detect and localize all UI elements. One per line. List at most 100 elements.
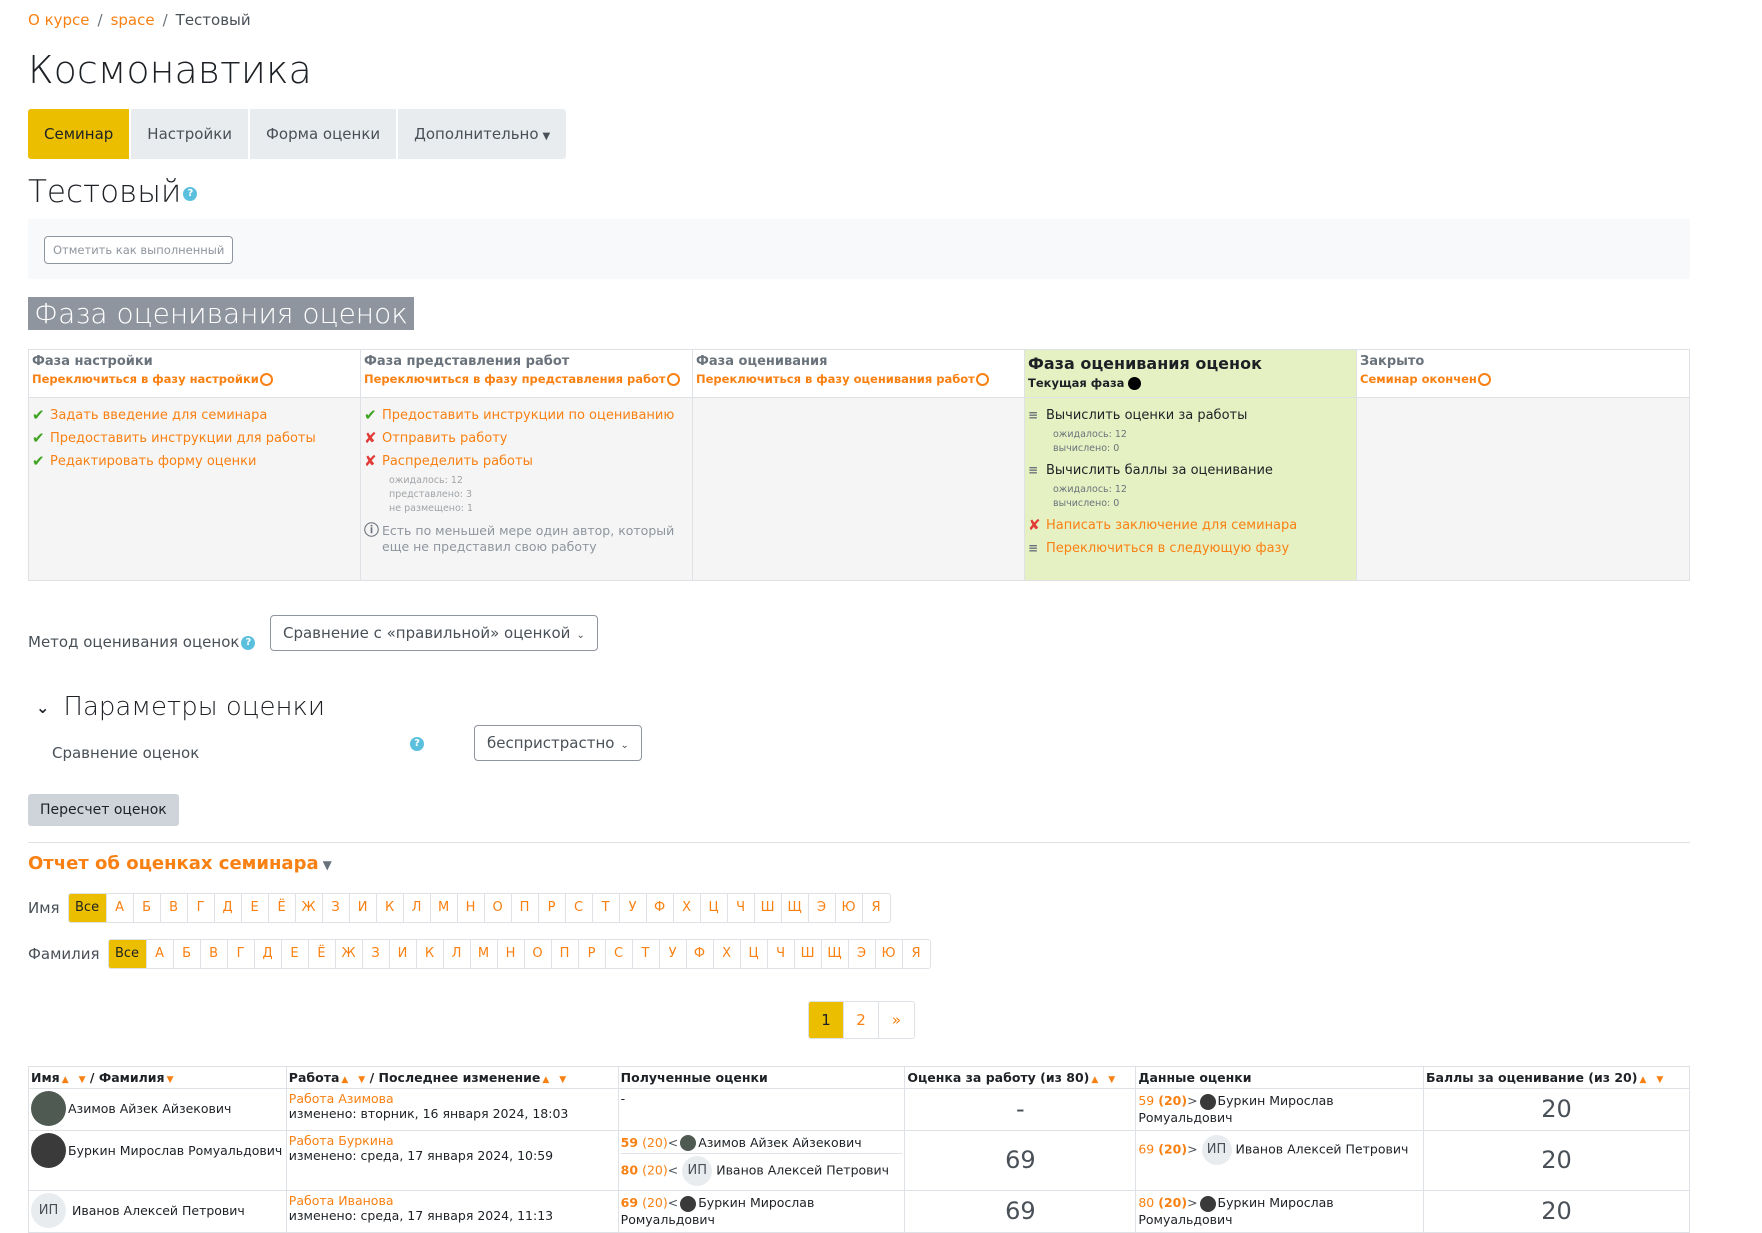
initial-letter[interactable]: И — [390, 940, 417, 968]
initial-letter[interactable]: О — [485, 894, 512, 922]
initial-letter[interactable]: М — [431, 894, 458, 922]
task-link[interactable]: Задать введение для семинара — [50, 408, 267, 424]
initial-letter[interactable]: Л — [404, 894, 431, 922]
sort-asc-icon[interactable]: ▲ — [1639, 1075, 1646, 1085]
sort-desc-icon[interactable]: ▼ — [1108, 1075, 1115, 1085]
task-link[interactable]: Написать заключение для семинара — [1046, 518, 1297, 534]
initial-letter[interactable]: Ё — [269, 894, 296, 922]
initial-letter[interactable]: Я — [903, 940, 930, 968]
initial-letter[interactable]: В — [161, 894, 188, 922]
initial-letter[interactable]: Э — [809, 894, 836, 922]
initial-letter[interactable]: Г — [228, 940, 255, 968]
initial-letter[interactable]: Ц — [741, 940, 768, 968]
initial-letter[interactable]: Щ — [822, 940, 849, 968]
task-link[interactable]: Предоставить инструкции для работы — [50, 431, 316, 447]
initial-letter[interactable]: П — [552, 940, 579, 968]
breadcrumb-course[interactable]: space — [111, 11, 155, 29]
initial-letter[interactable]: О — [525, 940, 552, 968]
grading-report-toggle[interactable]: Отчет об оценках семинара ▼ — [28, 853, 332, 874]
initial-letter[interactable]: Ж — [336, 940, 363, 968]
initial-letter[interactable]: И — [350, 894, 377, 922]
tab-more[interactable]: Дополнительно ▼ — [398, 109, 566, 159]
switch-phase-link[interactable]: Переключиться в фазу представления работ — [364, 372, 689, 386]
switch-phase-link[interactable]: Семинар окончен — [1360, 372, 1686, 386]
initial-letter[interactable]: Ш — [795, 940, 822, 968]
initial-letter[interactable]: У — [660, 940, 687, 968]
help-icon[interactable]: ? — [241, 635, 256, 650]
sort-desc-icon[interactable]: ▼ — [559, 1075, 566, 1085]
mark-as-done-button[interactable]: Отметить как выполненный — [44, 236, 234, 264]
initial-letter[interactable]: С — [566, 894, 593, 922]
sort-desc-icon[interactable]: ▼ — [167, 1075, 174, 1085]
initial-letter[interactable]: Щ — [782, 894, 809, 922]
sort-submission[interactable]: Работа — [289, 1070, 340, 1085]
initial-letter[interactable]: Ж — [296, 894, 323, 922]
tab-assessment-form[interactable]: Форма оценки — [250, 109, 399, 159]
initial-letter[interactable]: Ч — [728, 894, 755, 922]
initial-letter[interactable]: Ю — [836, 894, 863, 922]
initial-letter[interactable]: В — [201, 940, 228, 968]
initial-letter[interactable]: Г — [188, 894, 215, 922]
task-link[interactable]: Предоставить инструкции по оцениванию — [382, 408, 674, 424]
avatar[interactable] — [31, 1091, 66, 1126]
sort-last-name[interactable]: / Фамилия — [90, 1070, 165, 1085]
initial-letter[interactable]: Н — [458, 894, 485, 922]
initial-letter[interactable]: М — [471, 940, 498, 968]
help-icon[interactable]: ? — [183, 186, 198, 201]
initial-letter[interactable]: Е — [242, 894, 269, 922]
task-link[interactable]: Отправить работу — [382, 431, 507, 447]
sort-desc-icon[interactable]: ▼ — [358, 1075, 365, 1085]
participant-name[interactable]: Буркин Мирослав Ромуальдович — [68, 1143, 282, 1158]
initial-letter[interactable]: Э — [849, 940, 876, 968]
switch-phase-link[interactable]: Переключиться в фазу оценивания работ — [696, 372, 1021, 386]
breadcrumb-course-info[interactable]: О курсе — [28, 11, 90, 29]
comparison-select[interactable]: беспристрастно ⌄ — [474, 725, 642, 761]
sort-modified[interactable]: / Последнее изменение — [370, 1070, 541, 1085]
sort-asc-icon[interactable]: ▲ — [1091, 1075, 1098, 1085]
initial-letter[interactable]: Ю — [876, 940, 903, 968]
initial-letter[interactable]: З — [363, 940, 390, 968]
received-grade-item[interactable]: 80 (20)< ИП Иванов Алексей Петрович — [621, 1154, 903, 1188]
initial-letter[interactable]: Р — [539, 894, 566, 922]
page-next[interactable]: » — [879, 1002, 914, 1038]
sort-asc-icon[interactable]: ▲ — [62, 1075, 69, 1085]
initial-letter[interactable]: Я — [863, 894, 890, 922]
initial-letter[interactable]: К — [417, 940, 444, 968]
participant-name[interactable]: Азимов Айзек Айзекович — [68, 1101, 231, 1116]
initial-letter[interactable]: Р — [579, 940, 606, 968]
switch-phase-link[interactable]: Переключиться в фазу настройки — [32, 372, 357, 386]
initial-letter[interactable]: С — [606, 940, 633, 968]
recalculate-button[interactable]: Пересчет оценок — [28, 794, 179, 826]
initial-letter[interactable]: Б — [174, 940, 201, 968]
received-grade-item[interactable]: 69 (20)< Буркин Мирослав Ромуальдович — [621, 1193, 903, 1230]
given-grade-item[interactable]: 80 (20)> Буркин Мирослав Ромуальдович — [1138, 1193, 1421, 1230]
initial-letter[interactable]: Е — [282, 940, 309, 968]
initial-letter[interactable]: Ч — [768, 940, 795, 968]
settings-section-header[interactable]: ⌄ Параметры оценки — [36, 692, 325, 722]
task-link[interactable]: Редактировать форму оценки — [50, 454, 256, 470]
initial-letter[interactable]: Ф — [687, 940, 714, 968]
sort-grading-grade[interactable]: Баллы за оценивание (из 20) — [1426, 1070, 1637, 1085]
page-1[interactable]: 1 — [809, 1002, 844, 1038]
evaluation-method-select[interactable]: Сравнение с «правильной» оценкой ⌄ — [270, 615, 598, 651]
sort-asc-icon[interactable]: ▲ — [341, 1075, 348, 1085]
task-link[interactable]: Распределить работы — [382, 454, 533, 470]
initial-all[interactable]: Все — [68, 894, 107, 922]
initial-letter[interactable]: А — [147, 940, 174, 968]
received-grade-item[interactable]: 59 (20)< Азимов Айзек Айзекович — [620, 1133, 903, 1154]
initial-letter[interactable]: Х — [714, 940, 741, 968]
avatar[interactable] — [31, 1132, 66, 1168]
help-icon[interactable]: ? — [410, 737, 424, 751]
given-grade-item[interactable]: 69 (20)> ИП Иванов Алексей Петрович — [1138, 1133, 1421, 1167]
initial-letter[interactable]: Т — [593, 894, 620, 922]
initial-letter[interactable]: Н — [498, 940, 525, 968]
initial-letter[interactable]: Ф — [647, 894, 674, 922]
submission-link[interactable]: Работа Азимова — [289, 1091, 616, 1106]
given-grade-item[interactable]: 59 (20)> Буркин Мирослав Ромуальдович — [1138, 1091, 1421, 1128]
page-2[interactable]: 2 — [844, 1002, 879, 1038]
initial-letter[interactable]: Х — [674, 894, 701, 922]
submission-link[interactable]: Работа Иванова — [289, 1193, 616, 1208]
participant-name[interactable]: Иванов Алексей Петрович — [72, 1203, 245, 1218]
tab-settings[interactable]: Настройки — [131, 109, 251, 159]
initial-all[interactable]: Все — [108, 940, 147, 968]
